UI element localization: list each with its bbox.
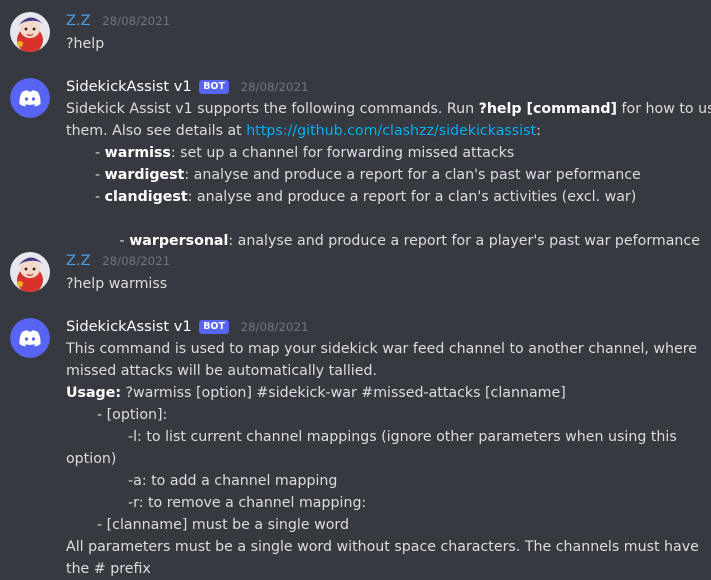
message-text: ?help bbox=[66, 36, 105, 52]
command-list-item: - wardigest: analyse and produce a repor… bbox=[95, 164, 641, 186]
user-avatar-zz[interactable] bbox=[10, 252, 50, 292]
user-avatar-zz[interactable] bbox=[10, 12, 50, 52]
usage-text: ?warmiss [option] #sidekick-war #missed-… bbox=[121, 385, 566, 401]
usage-line: Usage: ?warmiss [option] #sidekick-war #… bbox=[66, 382, 566, 404]
message-bot-2: SidekickAssist v1 BOT 28/08/2021 This co… bbox=[0, 310, 711, 577]
timestamp: 28/08/2021 bbox=[240, 80, 309, 94]
bullet: - bbox=[95, 145, 105, 161]
command-list-item: - clandigest: analyse and produce a repo… bbox=[95, 186, 636, 208]
clanname-note: - [clanname] must be a single word bbox=[97, 517, 349, 533]
username[interactable]: SidekickAssist v1 bbox=[66, 78, 192, 95]
timestamp: 28/08/2021 bbox=[240, 320, 309, 334]
message-text: them. Also see details at https://github… bbox=[66, 120, 541, 142]
text-span: Sidekick Assist v1 supports the followin… bbox=[66, 101, 479, 117]
usage-label: Usage: bbox=[66, 385, 121, 401]
command-desc: : analyse and produce a report for a cla… bbox=[187, 189, 637, 205]
message-text: Sidekick Assist v1 supports the followin… bbox=[66, 98, 711, 120]
command-list-item: - warmiss: set up a channel for forwardi… bbox=[95, 142, 514, 164]
text-span: : bbox=[536, 123, 541, 139]
bot-avatar[interactable] bbox=[10, 318, 50, 358]
message-zz-2: Z.Z 28/08/2021 ?help warmiss bbox=[0, 240, 711, 300]
option-a: -a: to add a channel mapping bbox=[128, 473, 338, 489]
command-name: clandigest bbox=[104, 189, 188, 205]
command-desc: : analyse and produce a report for a cla… bbox=[184, 167, 641, 183]
bot-avatar[interactable] bbox=[10, 78, 50, 118]
bot-badge: BOT bbox=[199, 80, 229, 94]
text-span: for how to use bbox=[621, 101, 711, 117]
anime-character-avatar-icon bbox=[10, 252, 50, 292]
discord-logo-icon bbox=[10, 318, 50, 358]
bullet: - bbox=[95, 189, 105, 205]
message-bot-1: SidekickAssist v1 BOT 28/08/2021 Sidekic… bbox=[0, 70, 711, 249]
timestamp: 28/08/2021 bbox=[102, 254, 171, 268]
message-text: ?help warmiss bbox=[66, 276, 168, 292]
timestamp: 28/08/2021 bbox=[102, 14, 171, 28]
command-desc: : set up a channel for forwarding missed… bbox=[170, 145, 515, 161]
command-name: warmiss bbox=[104, 145, 171, 161]
discord-logo-icon bbox=[10, 78, 50, 118]
option-l-cont: option) bbox=[66, 451, 117, 467]
text-span: them. Also see details at bbox=[66, 123, 247, 139]
message-text: missed attacks will be automatically tal… bbox=[66, 363, 377, 379]
message-text: the # prefix bbox=[66, 561, 151, 577]
command-bold: ?help [command] bbox=[478, 101, 618, 117]
message-text: This command is used to map your sidekic… bbox=[66, 341, 697, 357]
option-header: - [option]: bbox=[97, 407, 168, 423]
command-name: wardigest bbox=[104, 167, 185, 183]
option-l: -l: to list current channel mappings (ig… bbox=[128, 429, 677, 445]
username[interactable]: Z.Z bbox=[66, 12, 91, 29]
username[interactable]: SidekickAssist v1 bbox=[66, 318, 192, 335]
username[interactable]: Z.Z bbox=[66, 252, 91, 269]
message-text: All parameters must be a single word wit… bbox=[66, 539, 699, 555]
bullet: - bbox=[95, 167, 105, 183]
option-r: -r: to remove a channel mapping: bbox=[128, 495, 367, 511]
bot-badge: BOT bbox=[199, 320, 229, 334]
message-zz-1: Z.Z 28/08/2021 ?help bbox=[0, 0, 711, 60]
anime-character-avatar-icon bbox=[10, 12, 50, 52]
github-link[interactable]: https://github.com/clashzz/sidekickassis… bbox=[246, 123, 536, 139]
